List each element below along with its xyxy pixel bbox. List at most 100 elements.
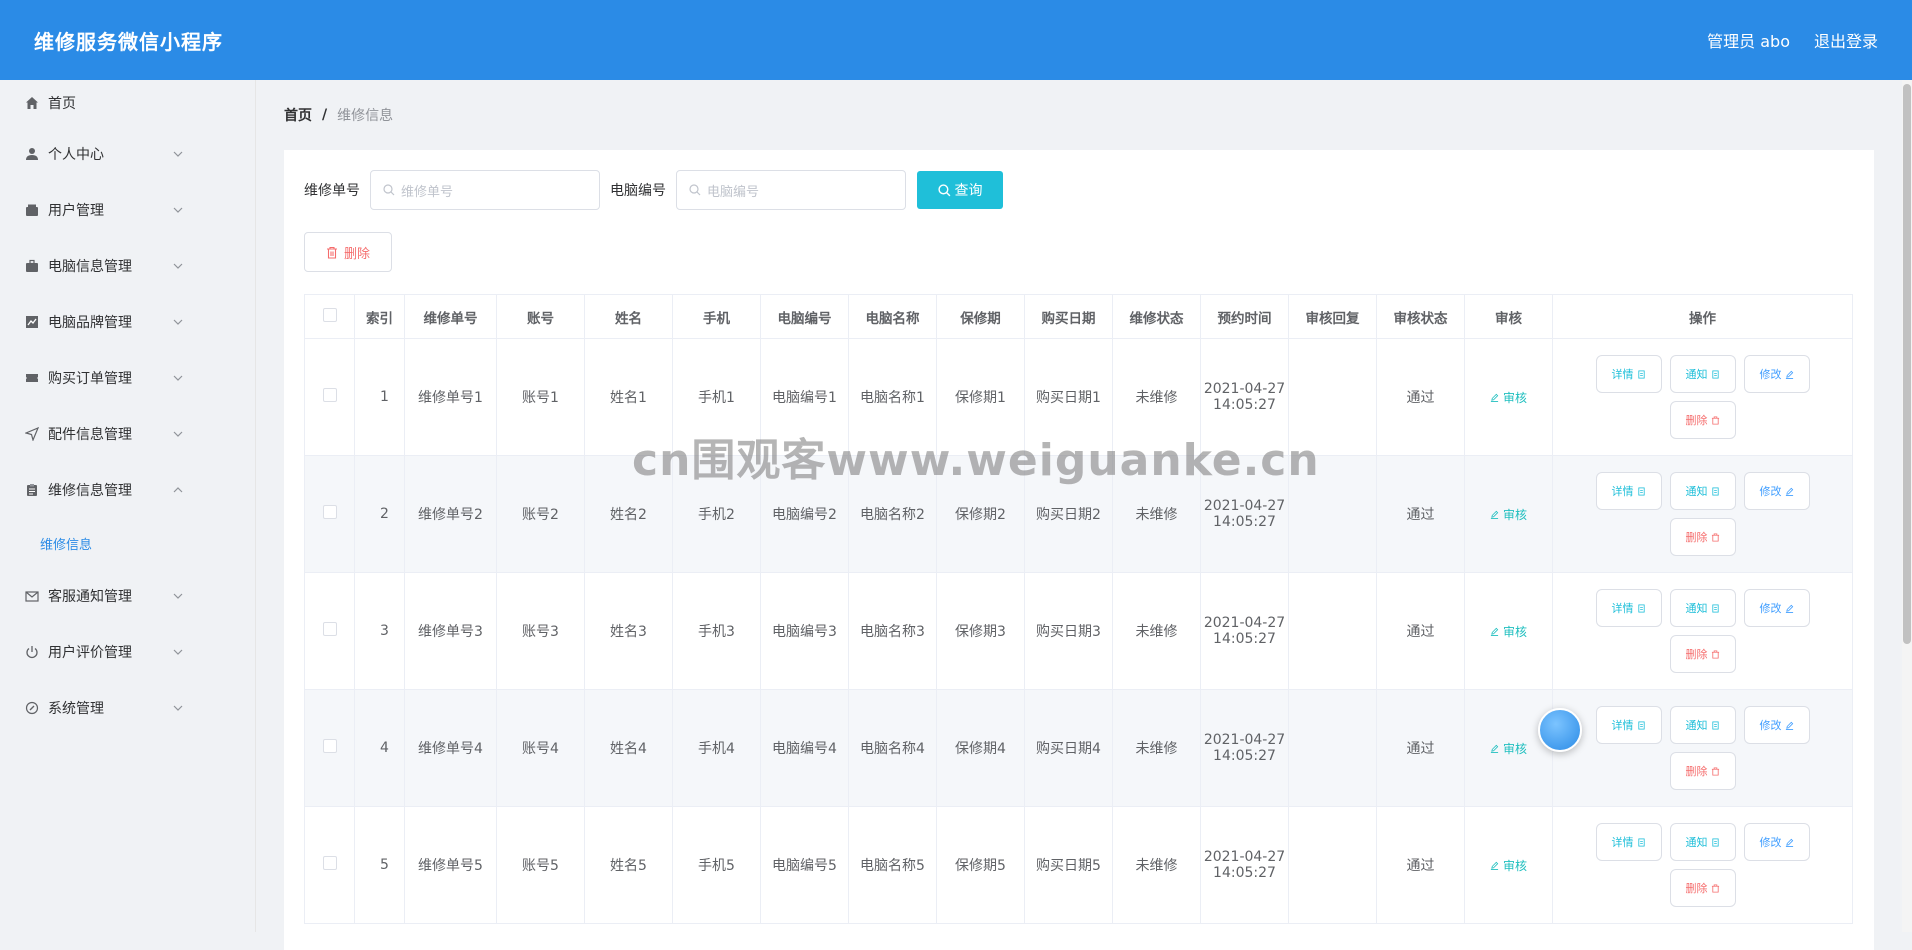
- cell-phone: 手机2: [672, 455, 761, 573]
- notify-button[interactable]: 通知: [1669, 472, 1736, 510]
- cell-reply: [1288, 572, 1377, 690]
- page-scrollbar-thumb[interactable]: [1903, 84, 1911, 644]
- top-header: 维修服务微信小程序 管理员 abo 退出登录: [0, 0, 1912, 80]
- cell-ops: 详情 通知 修改删除: [1552, 338, 1853, 456]
- delete-button[interactable]: 删除: [1669, 518, 1736, 556]
- chevron-down-icon: [173, 207, 183, 213]
- chevron-down-icon: [173, 593, 183, 599]
- delete-button[interactable]: 删除: [1669, 752, 1736, 790]
- row-select-cell[interactable]: [304, 689, 355, 807]
- sidebar-item-orders[interactable]: 购买订单管理: [0, 350, 255, 406]
- select-all-cell[interactable]: [304, 294, 355, 339]
- sidebar-item-label: 首页: [48, 96, 76, 112]
- pc-no-input[interactable]: 电脑编号: [676, 170, 906, 210]
- order-no-input[interactable]: 维修单号: [370, 170, 600, 210]
- delete-button[interactable]: 删除: [1669, 869, 1736, 907]
- notify-button[interactable]: 通知: [1669, 589, 1736, 627]
- audit-link[interactable]: 审核: [1490, 740, 1527, 757]
- detail-button-label: 详情: [1611, 485, 1634, 498]
- sidebar-item-pc-brand[interactable]: 电脑品牌管理: [0, 294, 255, 350]
- sidebar-item-repair[interactable]: 维修信息管理: [0, 462, 255, 518]
- edit-button-label: 修改: [1759, 836, 1782, 849]
- clipboard-icon: [24, 482, 40, 498]
- user-icon: [24, 146, 40, 162]
- document-icon: [1711, 486, 1719, 496]
- sidebar-item-system[interactable]: 系统管理: [0, 680, 255, 736]
- audit-link[interactable]: 审核: [1490, 857, 1527, 874]
- audit-link[interactable]: 审核: [1490, 389, 1527, 406]
- row-checkbox[interactable]: [322, 739, 337, 753]
- notify-button-label: 通知: [1685, 719, 1708, 732]
- row-select-cell[interactable]: [304, 806, 355, 924]
- delete-button-label: 删除: [1685, 414, 1708, 427]
- sidebar-subitem-repair-info[interactable]: 维修信息: [0, 518, 255, 568]
- column-header: 审核状态: [1376, 294, 1465, 339]
- sidebar-item-reviews[interactable]: 用户评价管理: [0, 624, 255, 680]
- cell-reply: [1288, 455, 1377, 573]
- column-header: 维修状态: [1112, 294, 1201, 339]
- breadcrumb-home[interactable]: 首页: [284, 105, 312, 125]
- query-button[interactable]: 查询: [917, 171, 1003, 209]
- sidebar-item-home[interactable]: 首页: [0, 80, 255, 126]
- notify-button[interactable]: 通知: [1669, 355, 1736, 393]
- detail-button[interactable]: 详情: [1595, 706, 1662, 744]
- sidebar-item-personal[interactable]: 个人中心: [0, 126, 255, 182]
- edit-icon: [1785, 370, 1793, 379]
- trash-icon: [1711, 532, 1719, 542]
- detail-button[interactable]: 详情: [1595, 589, 1662, 627]
- column-header: 姓名: [584, 294, 673, 339]
- document-icon: [1637, 837, 1645, 847]
- logout-link[interactable]: 退出登录: [1814, 28, 1878, 52]
- delete-button[interactable]: 删除: [1669, 401, 1736, 439]
- sidebar-item-notice[interactable]: 客服通知管理: [0, 568, 255, 624]
- cell-ops: 详情 通知 修改 删除: [1552, 455, 1853, 573]
- bulk-delete-button[interactable]: 删除: [304, 232, 392, 272]
- notify-button[interactable]: 通知: [1669, 823, 1736, 861]
- audit-link[interactable]: 审核: [1490, 623, 1527, 640]
- cell-order: 维修单号5: [404, 806, 497, 924]
- row-checkbox[interactable]: [322, 388, 337, 402]
- row-checkbox[interactable]: [322, 505, 337, 519]
- edit-icon: [1490, 861, 1499, 870]
- column-header: 索引: [354, 294, 405, 339]
- repair-table: 索引 维修单号 账号 姓名 手机 电脑编号 电脑名称 保修期 购买日期 维修状态…: [304, 294, 1853, 924]
- cell-reply: [1288, 338, 1377, 456]
- edit-button[interactable]: 修改: [1743, 472, 1810, 510]
- cell-status: 未维修: [1112, 455, 1201, 573]
- cell-pc-name: 电脑名称4: [848, 689, 937, 807]
- edit-icon: [1785, 604, 1793, 613]
- delete-button[interactable]: 删除: [1669, 635, 1736, 673]
- row-select-cell[interactable]: [304, 455, 355, 573]
- edit-button[interactable]: 修改: [1743, 706, 1810, 744]
- select-all-checkbox[interactable]: [322, 307, 337, 322]
- delete-button-label: 删除: [1685, 648, 1708, 661]
- edit-button[interactable]: 修改: [1743, 823, 1810, 861]
- cell-audit-status: 通过: [1376, 572, 1465, 690]
- sidebar-item-label: 维修信息管理: [48, 483, 132, 499]
- trash-icon: [1711, 415, 1719, 425]
- edit-icon: [1490, 510, 1499, 519]
- floating-assistant-button[interactable]: [1538, 708, 1582, 752]
- sidebar-item-parts[interactable]: 配件信息管理: [0, 406, 255, 462]
- notify-button[interactable]: 通知: [1669, 706, 1736, 744]
- sidebar-item-pc-info[interactable]: 电脑信息管理: [0, 238, 255, 294]
- edit-icon: [1785, 487, 1793, 496]
- edit-button[interactable]: 修改: [1743, 355, 1810, 393]
- audit-link[interactable]: 审核: [1490, 506, 1527, 523]
- app-title: 维修服务微信小程序: [34, 29, 223, 54]
- cell-audit-status: 通过: [1376, 806, 1465, 924]
- row-select-cell[interactable]: [304, 572, 355, 690]
- detail-button[interactable]: 详情: [1595, 355, 1662, 393]
- edit-button[interactable]: 修改: [1743, 589, 1810, 627]
- admin-name[interactable]: 管理员 abo: [1707, 28, 1790, 52]
- cell-audit-status: 通过: [1376, 338, 1465, 456]
- cell-pc-no: 电脑编号3: [760, 572, 849, 690]
- detail-button[interactable]: 详情: [1595, 472, 1662, 510]
- row-checkbox[interactable]: [322, 622, 337, 636]
- detail-button[interactable]: 详情: [1595, 823, 1662, 861]
- row-select-cell[interactable]: [304, 338, 355, 456]
- row-checkbox[interactable]: [322, 856, 337, 870]
- table-row: 5 维修单号5 账号5 姓名5 手机5 电脑编号5 电脑名称5 保修期5 购买日期5 未维修 202…: [304, 806, 1853, 924]
- sidebar-item-users[interactable]: 用户管理: [0, 182, 255, 238]
- edit-button-label: 修改: [1759, 368, 1782, 381]
